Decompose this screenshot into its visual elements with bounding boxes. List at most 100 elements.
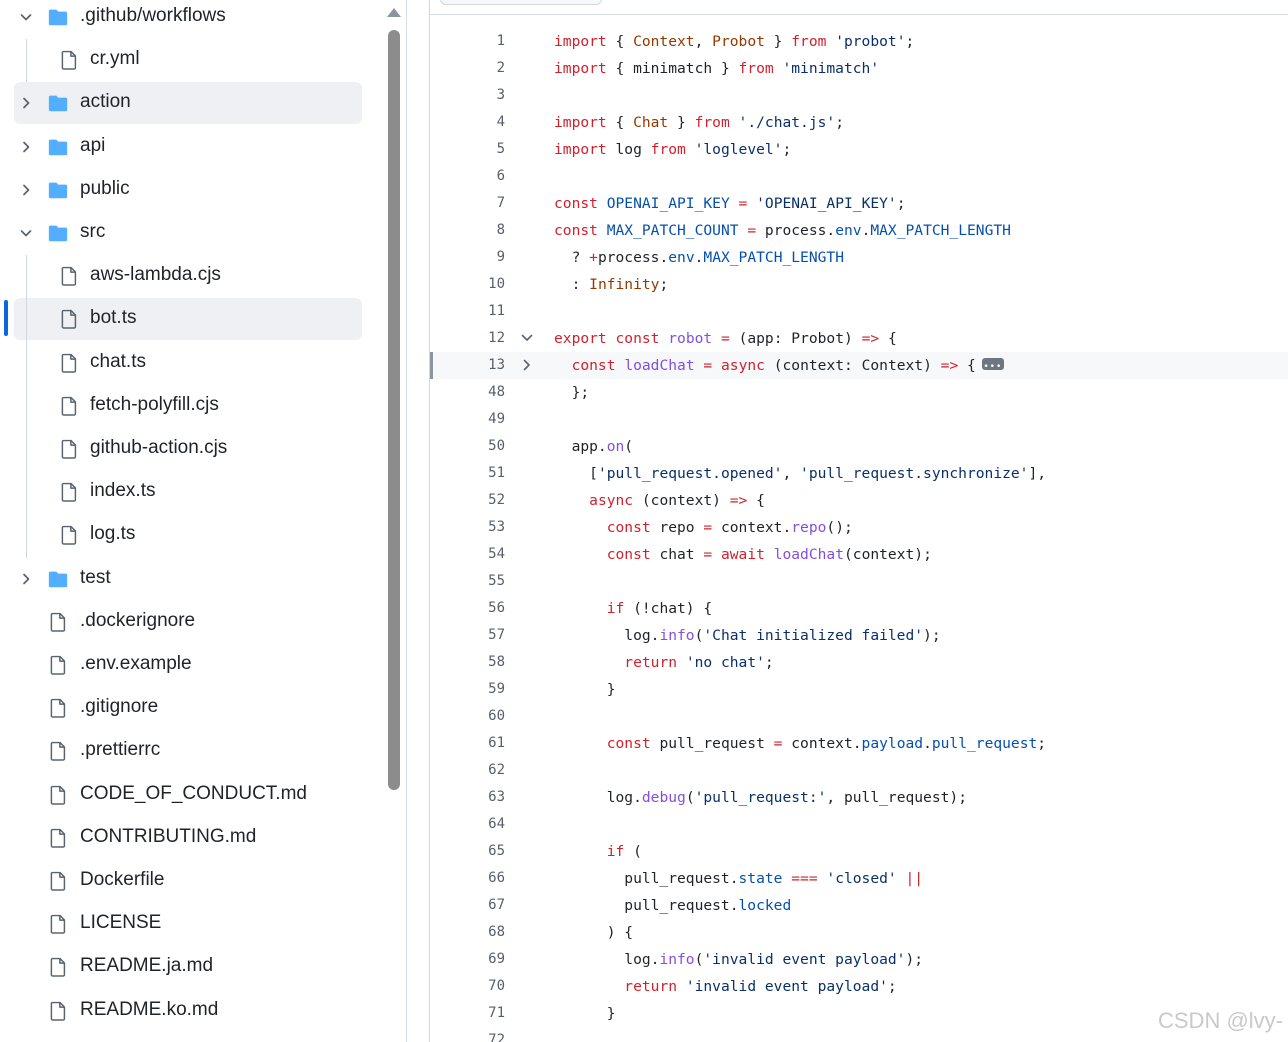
- line-number[interactable]: 60: [430, 703, 505, 730]
- code-line[interactable]: 52 async (context) => {: [430, 487, 1288, 514]
- code-line[interactable]: 61 const pull_request = context.payload.…: [430, 730, 1288, 757]
- code-line[interactable]: 60: [430, 703, 1288, 730]
- tree-file-aws-lambda-cjs[interactable]: aws-lambda.cjs: [14, 255, 362, 297]
- code-line[interactable]: 57 log.info('Chat initialized failed');: [430, 622, 1288, 649]
- chevron-down-icon[interactable]: [18, 9, 34, 25]
- line-number[interactable]: 3: [430, 82, 505, 109]
- line-number[interactable]: 5: [430, 136, 505, 163]
- code-line[interactable]: 54 const chat = await loadChat(context);: [430, 541, 1288, 568]
- chevron-right-icon[interactable]: [18, 182, 34, 198]
- code-line[interactable]: 8 const MAX_PATCH_COUNT = process.env.MAX…: [430, 217, 1288, 244]
- line-number[interactable]: 10: [430, 271, 505, 298]
- line-number[interactable]: 68: [430, 919, 505, 946]
- tree-file-github-action-cjs[interactable]: github-action.cjs: [14, 428, 362, 470]
- code-line[interactable]: 63 log.debug('pull_request:', pull_reque…: [430, 784, 1288, 811]
- tree-file-index-ts[interactable]: index.ts: [14, 471, 362, 513]
- line-number[interactable]: 50: [430, 433, 505, 460]
- line-number[interactable]: 2: [430, 55, 505, 82]
- tree-folder-api[interactable]: api: [14, 126, 362, 168]
- code-line[interactable]: 69 log.info('invalid event payload');: [430, 946, 1288, 973]
- tree-file-log-ts[interactable]: log.ts: [14, 514, 362, 556]
- tree-file-gitignore[interactable]: .gitignore: [14, 687, 362, 729]
- line-number[interactable]: 69: [430, 946, 505, 973]
- line-number[interactable]: 53: [430, 514, 505, 541]
- code-line[interactable]: 65 if (: [430, 838, 1288, 865]
- pane-divider[interactable]: [406, 0, 407, 1042]
- tree-file-chat-ts[interactable]: chat.ts: [14, 342, 362, 384]
- line-number[interactable]: 70: [430, 973, 505, 1000]
- code-line[interactable]: 3: [430, 82, 1288, 109]
- line-number[interactable]: 55: [430, 568, 505, 595]
- chevron-right-icon[interactable]: [18, 139, 34, 155]
- code-line[interactable]: 59 }: [430, 676, 1288, 703]
- tree-folder-github-workflows[interactable]: .github/workflows: [14, 0, 362, 38]
- code-line[interactable]: 2 import { minimatch } from 'minimatch': [430, 55, 1288, 82]
- line-number[interactable]: 6: [430, 163, 505, 190]
- line-number[interactable]: 63: [430, 784, 505, 811]
- code-line[interactable]: 9 ? +process.env.MAX_PATCH_LENGTH: [430, 244, 1288, 271]
- code-line[interactable]: 67 pull_request.locked: [430, 892, 1288, 919]
- line-number[interactable]: 62: [430, 757, 505, 784]
- code-line[interactable]: 7 const OPENAI_API_KEY = 'OPENAI_API_KEY'…: [430, 190, 1288, 217]
- line-number[interactable]: 52: [430, 487, 505, 514]
- code-line[interactable]: 1 import { Context, Probot } from 'probot…: [430, 28, 1288, 55]
- tree-file-fetch-polyfill-cjs[interactable]: fetch-polyfill.cjs: [14, 385, 362, 427]
- chevron-right-icon[interactable]: [18, 571, 34, 587]
- tree-file-code-of-conduct-md[interactable]: CODE_OF_CONDUCT.md: [14, 774, 362, 816]
- tree-file-dockerfile[interactable]: Dockerfile: [14, 860, 362, 902]
- code-line[interactable]: 4 import { Chat } from './chat.js';: [430, 109, 1288, 136]
- code-line[interactable]: 70 return 'invalid event payload';: [430, 973, 1288, 1000]
- code-line[interactable]: 53 const repo = context.repo();: [430, 514, 1288, 541]
- view-toggle-tabs[interactable]: [440, 0, 602, 5]
- tree-file-prettierrc[interactable]: .prettierrc: [14, 730, 362, 772]
- tree-folder-action[interactable]: action: [14, 82, 362, 125]
- tree-file-readme-ko-md[interactable]: README.ko.md: [14, 990, 362, 1032]
- line-number[interactable]: 49: [430, 406, 505, 433]
- line-number[interactable]: 59: [430, 676, 505, 703]
- tree-folder-test[interactable]: test: [14, 558, 362, 600]
- code-line[interactable]: 10 : Infinity;: [430, 271, 1288, 298]
- code-line[interactable]: 13 const loadChat = async (context: Cont…: [430, 352, 1288, 381]
- line-number[interactable]: 51: [430, 460, 505, 487]
- tree-file-cr-yml[interactable]: cr.yml: [14, 39, 362, 81]
- line-number[interactable]: 57: [430, 622, 505, 649]
- line-number[interactable]: 1: [430, 28, 505, 55]
- line-number[interactable]: 66: [430, 865, 505, 892]
- tree-file-readme-ja-md[interactable]: README.ja.md: [14, 946, 362, 988]
- line-number[interactable]: 67: [430, 892, 505, 919]
- expand-collapsed-code-button[interactable]: [981, 354, 1004, 381]
- file-tree-scrollbar-thumb[interactable]: [388, 30, 400, 790]
- code-line[interactable]: 6: [430, 163, 1288, 190]
- tree-folder-src[interactable]: src: [14, 212, 362, 254]
- line-number[interactable]: 11: [430, 298, 505, 325]
- line-number[interactable]: 72: [430, 1027, 505, 1042]
- line-number[interactable]: 58: [430, 649, 505, 676]
- line-number[interactable]: 61: [430, 730, 505, 757]
- tree-folder-public[interactable]: public: [14, 169, 362, 211]
- line-number[interactable]: 54: [430, 541, 505, 568]
- tree-file-license[interactable]: LICENSE: [14, 903, 362, 945]
- code-line[interactable]: 58 return 'no chat';: [430, 649, 1288, 676]
- line-number[interactable]: 13: [430, 352, 505, 379]
- fold-chevron-down-icon[interactable]: [520, 331, 534, 345]
- code-line[interactable]: 55: [430, 568, 1288, 595]
- code-line[interactable]: 11: [430, 298, 1288, 325]
- chevron-right-icon[interactable]: [18, 95, 34, 111]
- code-line[interactable]: 68 ) {: [430, 919, 1288, 946]
- scrollbar-up-arrow[interactable]: [387, 8, 401, 17]
- chevron-down-icon[interactable]: [18, 225, 34, 241]
- code-line[interactable]: 12 export const robot = (app: Probot) => …: [430, 325, 1288, 352]
- line-number[interactable]: 71: [430, 1000, 505, 1027]
- tree-file-contributing-md[interactable]: CONTRIBUTING.md: [14, 817, 362, 859]
- line-number[interactable]: 65: [430, 838, 505, 865]
- code-line[interactable]: 64: [430, 811, 1288, 838]
- line-number[interactable]: 9: [430, 244, 505, 271]
- code-line[interactable]: 49: [430, 406, 1288, 433]
- code-line[interactable]: 62: [430, 757, 1288, 784]
- code-line[interactable]: 51 ['pull_request.opened', 'pull_request…: [430, 460, 1288, 487]
- line-number[interactable]: 48: [430, 379, 505, 406]
- line-number[interactable]: 64: [430, 811, 505, 838]
- tree-file-bot-ts[interactable]: bot.ts: [14, 298, 362, 341]
- code-line[interactable]: 48 };: [430, 379, 1288, 406]
- line-number[interactable]: 12: [430, 325, 505, 352]
